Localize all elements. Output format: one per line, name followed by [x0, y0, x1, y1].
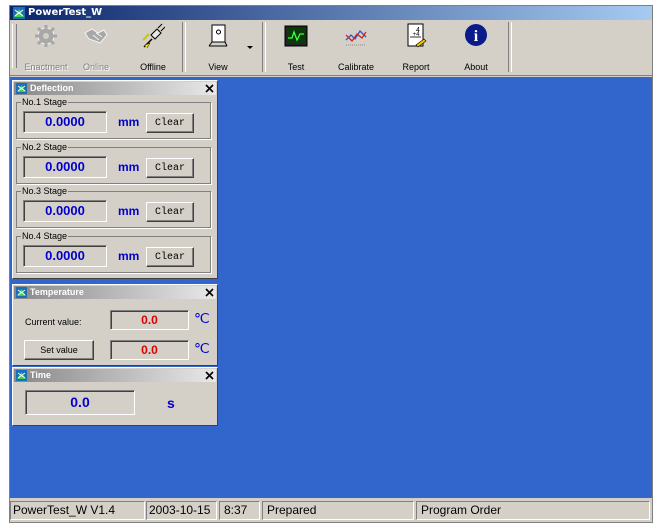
calibrate-button[interactable]: Calibrate	[334, 20, 378, 74]
svg-text:+4: +4	[413, 32, 421, 38]
status-version: PowerTest_W V1.4	[10, 501, 145, 520]
online-button[interactable]: Online	[74, 20, 118, 74]
stage-1-unit: mm	[118, 115, 140, 129]
panel-icon	[16, 287, 27, 298]
test-label: Test	[287, 62, 305, 72]
temperature-panel: Temperature Current value: 0.0 ℃ Set val…	[12, 284, 218, 366]
view-button[interactable]: View	[196, 20, 240, 74]
stage-2-label: No.2 Stage	[21, 142, 69, 152]
status-bar: PowerTest_W V1.4 2003-10-15 8:37 Prepare…	[10, 499, 652, 522]
svg-text:i: i	[474, 28, 479, 45]
calibrate-chart-icon	[345, 29, 367, 46]
stage-3-clear-button[interactable]: Clear	[146, 202, 194, 222]
time-panel: Time 0.0 s	[12, 367, 218, 426]
close-icon[interactable]	[205, 371, 214, 380]
time-title: Time	[30, 370, 51, 380]
status-time: 8:37	[219, 501, 260, 520]
enactment-button[interactable]: Enactment	[24, 20, 68, 74]
report-label: Report	[402, 62, 430, 72]
app-icon	[13, 7, 25, 19]
close-icon[interactable]	[205, 288, 214, 297]
current-value-label: Current value:	[25, 317, 82, 327]
info-icon: i	[465, 24, 487, 46]
stage-4-value: 0.0000	[23, 245, 107, 267]
stage-2-unit: mm	[118, 160, 140, 174]
view-panel-icon	[208, 24, 228, 47]
toolbar-separator	[262, 22, 266, 72]
panel-icon	[16, 370, 27, 381]
online-label: Online	[82, 62, 109, 72]
status-order: Program Order	[416, 501, 650, 520]
toolbar-separator	[508, 22, 512, 72]
stage-1-value: 0.0000	[23, 111, 107, 133]
status-state: Prepared	[262, 501, 414, 520]
offline-button[interactable]: Offline	[131, 20, 175, 74]
stage-4-unit: mm	[118, 249, 140, 263]
stage-1-label: No.1 Stage	[21, 97, 69, 107]
current-temperature-value: 0.0	[110, 310, 189, 330]
stage-3-group: No.3 Stage 0.0000 mm Clear	[16, 186, 211, 228]
main-window: PowerTest_W Enactment Online Offline Vie…	[9, 5, 653, 523]
toolbar-grip[interactable]	[12, 24, 17, 68]
time-value: 0.0	[25, 390, 135, 415]
window-title: PowerTest_W	[28, 7, 103, 18]
test-button[interactable]: Test	[274, 20, 318, 74]
set-temperature-value: 0.0	[110, 340, 189, 360]
stage-2-clear-button[interactable]: Clear	[146, 158, 194, 178]
workspace-area: Deflection No.1 Stage 0.0000 mm Clear No…	[10, 77, 652, 498]
oscilloscope-icon	[284, 25, 308, 47]
enactment-label: Enactment	[24, 62, 68, 72]
deflection-panel: Deflection No.1 Stage 0.0000 mm Clear No…	[12, 80, 218, 279]
stage-1-group: No.1 Stage 0.0000 mm Clear	[16, 97, 211, 139]
about-label: About	[464, 62, 488, 72]
stage-4-group: No.4 Stage 0.0000 mm Clear	[16, 231, 211, 273]
time-unit: s	[167, 395, 175, 411]
toolbar-separator	[182, 22, 186, 72]
offline-plug-icon	[142, 23, 165, 49]
stage-1-clear-button[interactable]: Clear	[146, 113, 194, 133]
calibrate-label: Calibrate	[337, 62, 375, 72]
stage-3-unit: mm	[118, 204, 140, 218]
current-temperature-unit: ℃	[194, 310, 210, 326]
deflection-title-bar[interactable]: Deflection	[14, 82, 216, 95]
stage-3-value: 0.0000	[23, 200, 107, 222]
handshake-icon	[84, 28, 108, 44]
report-button[interactable]: 4 +4 Report	[394, 20, 438, 74]
title-bar[interactable]: PowerTest_W	[10, 6, 652, 20]
time-title-bar[interactable]: Time	[14, 369, 216, 382]
stage-2-value: 0.0000	[23, 156, 107, 178]
stage-3-label: No.3 Stage	[21, 186, 69, 196]
stage-4-clear-button[interactable]: Clear	[146, 247, 194, 267]
view-label: View	[208, 62, 228, 72]
status-date: 2003-10-15	[146, 501, 217, 520]
close-icon[interactable]	[205, 84, 214, 93]
view-dropdown-arrow-icon[interactable]	[247, 46, 253, 49]
temperature-title-bar[interactable]: Temperature	[14, 286, 216, 299]
panel-icon	[16, 83, 27, 94]
stage-2-group: No.2 Stage 0.0000 mm Clear	[16, 142, 211, 184]
offline-label: Offline	[140, 62, 166, 72]
deflection-title: Deflection	[30, 83, 74, 93]
stage-4-label: No.4 Stage	[21, 231, 69, 241]
set-value-button[interactable]: Set value	[24, 340, 94, 360]
temperature-title: Temperature	[30, 287, 84, 297]
report-calc-icon: 4 +4	[407, 23, 427, 48]
gear-icon	[35, 25, 57, 47]
about-button[interactable]: i About	[454, 20, 498, 74]
set-temperature-unit: ℃	[194, 340, 210, 356]
toolbar: Enactment Online Offline View Test Calib…	[10, 20, 652, 76]
